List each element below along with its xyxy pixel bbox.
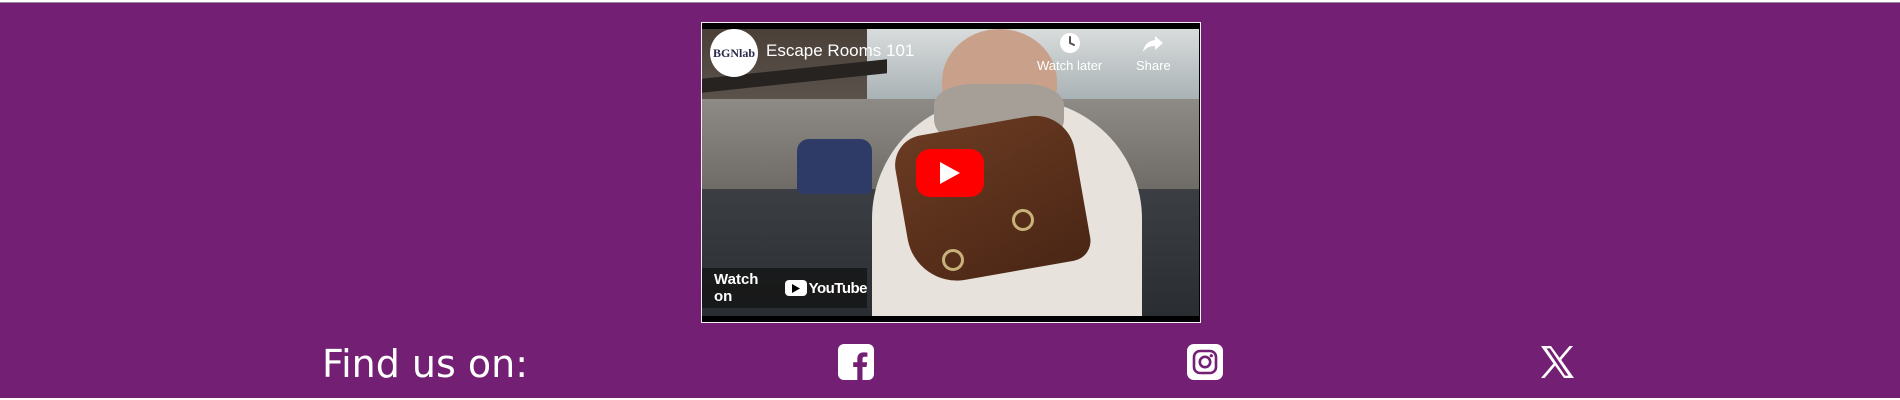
clock-icon bbox=[1059, 33, 1080, 53]
youtube-logo: YouTube bbox=[784, 279, 868, 297]
watch-later-label: Watch later bbox=[1037, 58, 1103, 73]
youtube-play-icon bbox=[784, 280, 807, 296]
share-label: Share bbox=[1136, 58, 1171, 73]
play-button[interactable] bbox=[916, 149, 984, 197]
find-us-heading: Find us on: bbox=[322, 342, 529, 386]
youtube-embed[interactable]: BGNlab Escape Rooms 101 Watch later Shar… bbox=[701, 22, 1201, 323]
share-icon bbox=[1143, 36, 1164, 52]
x-icon[interactable] bbox=[1539, 344, 1575, 380]
video-title[interactable]: Escape Rooms 101 bbox=[766, 41, 914, 61]
channel-avatar[interactable]: BGNlab bbox=[710, 29, 758, 77]
watch-on-label: Watch on bbox=[714, 271, 759, 305]
watch-later-button[interactable]: Watch later bbox=[1037, 31, 1102, 73]
play-icon bbox=[940, 162, 960, 184]
youtube-wordmark: YouTube bbox=[808, 279, 868, 297]
watch-on-youtube-link[interactable]: Watch on YouTube bbox=[702, 268, 868, 308]
channel-logo-text: BGNlab bbox=[712, 45, 755, 60]
share-button[interactable]: Share bbox=[1136, 31, 1171, 73]
facebook-icon[interactable] bbox=[838, 344, 874, 380]
page: BGNlab Escape Rooms 101 Watch later Shar… bbox=[0, 0, 1900, 400]
instagram-icon[interactable] bbox=[1187, 344, 1223, 380]
